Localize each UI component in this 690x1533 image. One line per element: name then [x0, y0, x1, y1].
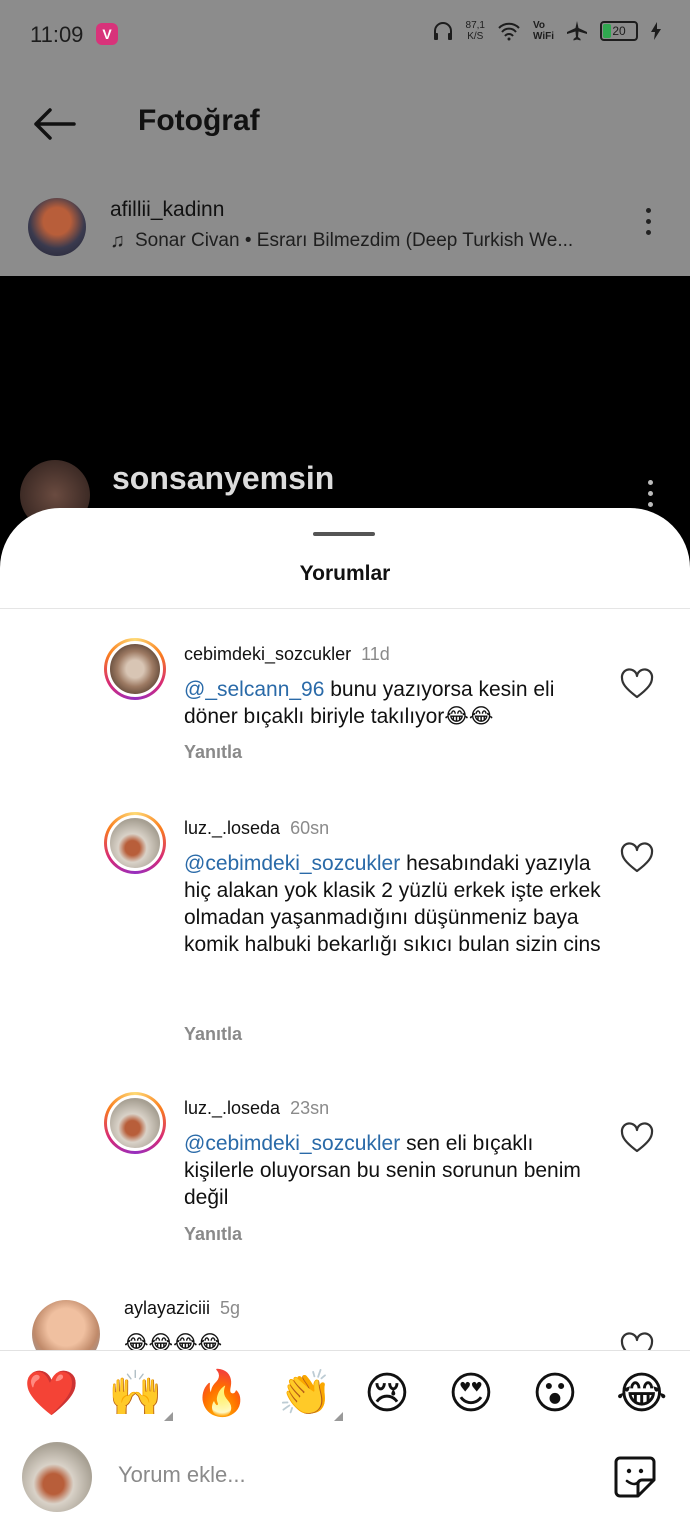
- post-music[interactable]: ♫ Sonar Civan • Esrarı Bilmezdim (Deep T…: [110, 230, 590, 253]
- comment-mention[interactable]: @cebimdeki_sozcukler: [184, 1132, 400, 1155]
- commenter-avatar-ring[interactable]: [104, 1092, 166, 1154]
- reply-button[interactable]: Yanıtla: [184, 742, 242, 763]
- comment-mention[interactable]: @_selcann_96: [184, 678, 324, 701]
- comment-meta: cebimdeki_sozcukler 11d: [184, 644, 390, 665]
- like-heart-icon[interactable]: [620, 1122, 654, 1154]
- reaction-crying[interactable]: 😢: [364, 1369, 410, 1419]
- vowifi-indicator: Vo WiFi: [533, 20, 554, 42]
- commenter-avatar: [107, 641, 163, 697]
- reaction-heart-eyes[interactable]: 😍: [448, 1369, 494, 1419]
- status-time: 11:09: [30, 22, 84, 47]
- music-note-icon: ♫: [110, 230, 125, 252]
- comment-meta: aylayaziciii 5g: [124, 1298, 240, 1319]
- back-arrow-icon[interactable]: [30, 104, 78, 144]
- page-title: Fotoğraf: [138, 104, 260, 137]
- comment-meta: luz._.loseda 60sn: [184, 818, 329, 839]
- charging-icon: [651, 22, 661, 40]
- reaction-laughing[interactable]: 😂: [616, 1369, 667, 1419]
- commenter-avatar-ring[interactable]: [104, 812, 166, 874]
- comment-body: 😂😂😂😂: [124, 1332, 223, 1350]
- background-more-icon: [648, 480, 653, 513]
- comments-sheet: Yorumlar cebimdeki_sozcukler 11d @_selcan…: [0, 508, 690, 1533]
- comment-text: @cebimdeki_sozcukler sen eli bıçaklı kiş…: [184, 1130, 604, 1211]
- quick-reaction-bar: ❤️ 🙌 🔥 👏 😢 😍 😮 😂: [0, 1350, 690, 1442]
- headphones-icon: [433, 22, 452, 40]
- status-bar: 11:09 V 87,1 K/S Vo WiFi 20: [0, 0, 690, 70]
- comment-meta: luz._.loseda 23sn: [184, 1098, 329, 1119]
- vo-label: Vo: [532, 20, 546, 31]
- comment-username[interactable]: luz._.loseda: [184, 818, 280, 838]
- comment-text: @_selcann_96 bunu yazıyorsa kesin eli dö…: [184, 676, 604, 730]
- page-header: Fotoğraf: [0, 80, 690, 170]
- reaction-clap-glyph: 👏: [278, 1369, 333, 1418]
- skin-tone-indicator: [163, 1412, 173, 1421]
- sticker-icon[interactable]: [612, 1454, 658, 1500]
- comment-time: 11d: [361, 644, 390, 664]
- current-user-avatar: [22, 1442, 92, 1512]
- reply-button[interactable]: Yanıtla: [184, 1024, 242, 1045]
- reaction-surprised[interactable]: 😮: [532, 1369, 578, 1419]
- music-title: Sonar Civan • Esrarı Bilmezdim (Deep Tur…: [135, 230, 574, 251]
- background-post-username: sonsanyemsin: [112, 460, 335, 496]
- speed-value: 87,1: [465, 20, 485, 31]
- sheet-title: Yorumlar: [299, 562, 391, 585]
- like-heart-icon[interactable]: [620, 668, 654, 700]
- reaction-clap[interactable]: 👏: [278, 1369, 343, 1421]
- sheet-drag-handle[interactable]: [313, 532, 375, 536]
- like-heart-icon[interactable]: [620, 1332, 654, 1350]
- more-options-icon[interactable]: [640, 208, 656, 244]
- reply-button[interactable]: Yanıtla: [184, 1224, 242, 1245]
- comment-composer: Yorum ekle...: [0, 1442, 690, 1533]
- comment-username[interactable]: aylayaziciii: [124, 1298, 210, 1318]
- post-author-avatar[interactable]: [28, 198, 86, 256]
- commenter-avatar[interactable]: [32, 1300, 100, 1350]
- reaction-heart[interactable]: ❤️: [24, 1369, 79, 1419]
- commenter-avatar: [107, 815, 163, 871]
- comment-username[interactable]: luz._.loseda: [184, 1098, 280, 1118]
- comment-time: 5g: [220, 1298, 241, 1318]
- speed-unit: K/S: [467, 31, 484, 42]
- battery-indicator: 20: [600, 21, 638, 41]
- post-image-area: [0, 276, 690, 536]
- battery-fill: [603, 24, 611, 38]
- commenter-avatar-ring[interactable]: [104, 638, 166, 700]
- reaction-raised-hands-glyph: 🙌: [108, 1369, 163, 1418]
- comment-time: 60sn: [290, 818, 330, 838]
- comment-text: @cebimdeki_sozcukler hesabındaki yazıyla…: [184, 850, 604, 958]
- comment-time: 23sn: [290, 1098, 330, 1118]
- like-heart-icon[interactable]: [620, 842, 654, 874]
- battery-level: 20: [612, 24, 626, 38]
- comments-list[interactable]: cebimdeki_sozcukler 11d @_selcann_96 bunu…: [0, 608, 690, 1350]
- comment-username[interactable]: cebimdeki_sozcukler: [184, 644, 351, 664]
- network-speed: 87,1 K/S: [466, 20, 485, 42]
- reaction-raised-hands[interactable]: 🙌: [108, 1369, 173, 1421]
- notification-app-icon: V: [96, 23, 118, 45]
- comment-mention[interactable]: @cebimdeki_sozcukler: [184, 852, 400, 875]
- commenter-avatar: [107, 1095, 163, 1151]
- comment-input[interactable]: Yorum ekle...: [118, 1462, 246, 1488]
- post-author-name[interactable]: afillii_kadinn: [110, 198, 224, 222]
- skin-tone-indicator: [333, 1412, 343, 1421]
- airplane-icon: [567, 21, 587, 41]
- wifi-icon: [498, 22, 520, 41]
- comment-text: 😂😂😂😂: [124, 1330, 544, 1350]
- status-icons: 87,1 K/S Vo WiFi 20: [432, 20, 662, 42]
- reaction-fire[interactable]: 🔥: [194, 1369, 249, 1419]
- wifi-label: WiFi: [532, 31, 554, 42]
- post-author-row: afillii_kadinn ♫ Sonar Civan • Esrarı Bi…: [0, 190, 690, 270]
